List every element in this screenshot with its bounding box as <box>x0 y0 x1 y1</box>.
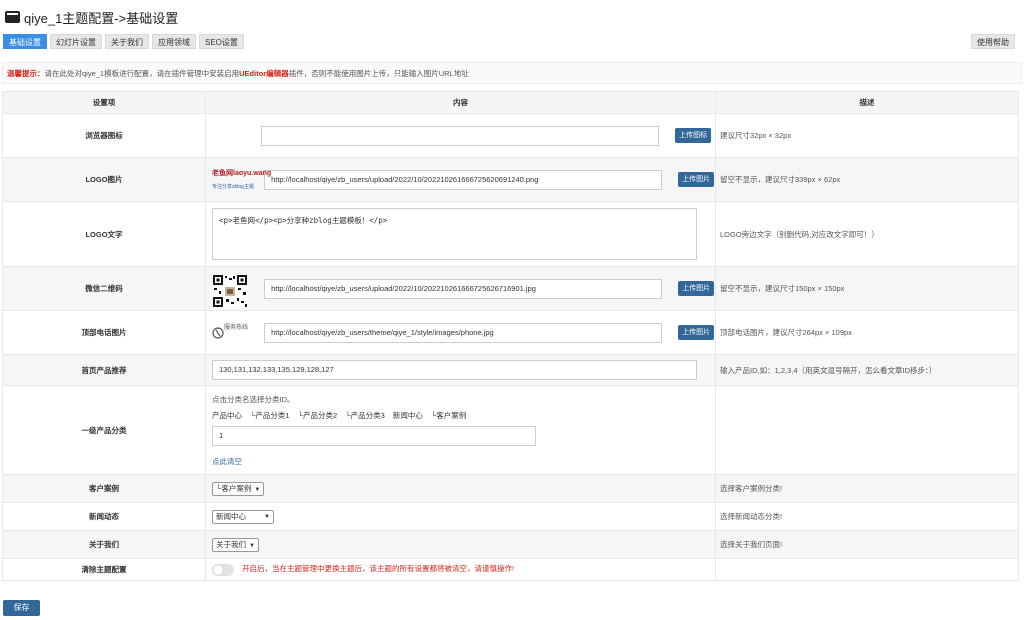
news-select-value: 新闻中心 <box>216 511 246 521</box>
tab-slideshow-settings[interactable]: 幻灯片设置 <box>50 34 102 49</box>
help-button[interactable]: 使用帮助 <box>971 34 1015 49</box>
about-select[interactable]: 关于我们 ▼ <box>212 537 259 552</box>
page-header: qiye_1主题配置->基础设置 <box>5 8 178 26</box>
row-logo-text: LOGO文字 <p>老鱼网</p><p>分享种zblog主题模板！</p> LO… <box>2 201 1019 267</box>
chevron-down-icon: ▼ <box>264 513 270 520</box>
upload-wechat-button[interactable]: 上传图片 <box>678 281 715 296</box>
header-setting: 设置项 <box>2 91 206 114</box>
table-header: 设置项 内容 描述 <box>2 91 1019 114</box>
logo-text-desc: LOGO旁边文字（别删代码,对应改文字即可！） <box>715 201 1019 267</box>
row-category: 一级产品分类 点击分类名选择分类ID。 产品中心 └产品分类1 └产品分类2 └… <box>2 385 1019 475</box>
clear-category-link[interactable]: 点此清空 <box>212 456 715 467</box>
logo-thumbnail: 老鱼网laoyu.wang 专注分享zblog主题 <box>212 165 271 195</box>
row-news: 新闻动态 新闻中心 ▼ 选择新闻动态分类! <box>2 502 1019 531</box>
phone-thumb-text: 服务热线 <box>224 324 249 331</box>
phone-thumbnail: 服务热线 <box>212 318 258 348</box>
products-desc: 输入产品ID,如：1,2,3,4（用英文逗号隔开，怎么看文章ID移步：） <box>715 354 1019 386</box>
cases-label: 客户案例 <box>2 474 206 503</box>
tab-basic-settings[interactable]: 基础设置 <box>3 34 47 49</box>
logo-label: LOGO图片 <box>2 157 206 202</box>
logo-url-input[interactable]: http://localhost/qiye/zb_users/upload/20… <box>264 169 663 190</box>
row-wechat: 微信二维码 http://localhost/qiye/zb_users/upl… <box>2 266 1019 311</box>
logo-text-textarea[interactable]: <p>老鱼网</p><p>分享种zblog主题模板！</p> <box>212 208 697 260</box>
row-products: 首页产品推荐 130,131,132,133,135,129,128,127 输… <box>2 354 1019 386</box>
about-select-value: 关于我们 <box>216 539 246 549</box>
news-select[interactable]: 新闻中心 ▼ <box>212 509 274 524</box>
about-label: 关于我们 <box>2 530 206 559</box>
category-item[interactable]: └产品分类2 <box>298 411 338 420</box>
category-item[interactable]: └产品分类1 <box>250 411 290 420</box>
favicon-label: 浏览器图标 <box>2 113 206 158</box>
qrcode-thumbnail <box>212 273 258 308</box>
wechat-label: 微信二维码 <box>2 266 206 311</box>
tab-about-us[interactable]: 关于我们 <box>105 34 149 49</box>
favicon-desc: 建议尺寸32px × 32px <box>715 113 1019 158</box>
category-id-input[interactable]: 1 <box>212 425 536 446</box>
tab-application-fields[interactable]: 应用领域 <box>152 34 196 49</box>
row-cases: 客户案例 └客户案例 ▼ 选择客户案例分类! <box>2 474 1019 503</box>
about-desc: 选择关于我们页面! <box>715 530 1019 559</box>
category-list: 产品中心 └产品分类1 └产品分类2 └产品分类3 新闻中心 └客户案例 <box>212 410 715 421</box>
category-label: 一级产品分类 <box>2 385 206 475</box>
upload-phone-button[interactable]: 上传图片 <box>678 325 715 340</box>
chevron-down-icon: ▼ <box>254 486 261 493</box>
tip-text-pre: 请在此处对qiye_1模板进行配置，请在插件管理中安装启用 <box>44 69 240 78</box>
clear-config-label: 清除主题配置 <box>2 558 206 581</box>
logo-desc: 留空不显示，建议尺寸339px × 62px <box>715 157 1019 202</box>
phone-desc: 顶部电话图片，建议尺寸264px × 109px <box>715 310 1019 355</box>
qrcode-icon <box>212 273 248 308</box>
upload-favicon-button[interactable]: 上传图标 <box>675 128 712 143</box>
row-clear-config: 清除主题配置 开启后，当在主题管理中更换主题后，该主题的所有设置都将被清空，请谨… <box>2 558 1019 581</box>
cases-desc: 选择客户案例分类! <box>715 474 1019 503</box>
phone-url-input[interactable]: http://localhost/qiye/zb_users/theme/qiy… <box>264 322 663 343</box>
tip-label: 温馨提示： <box>7 69 45 78</box>
upload-logo-button[interactable]: 上传图片 <box>678 172 715 187</box>
phone-icon <box>212 326 224 339</box>
wechat-url-input[interactable]: http://localhost/qiye/zb_users/upload/20… <box>264 278 663 299</box>
logo-thumb-sub: 专注分享zblog主题 <box>212 183 254 190</box>
page-title: qiye_1主题配置->基础设置 <box>24 10 179 26</box>
news-desc: 选择新闻动态分类! <box>715 502 1019 531</box>
header-content: 内容 <box>205 91 716 114</box>
tip-banner: 温馨提示：请在此处对qiye_1模板进行配置，请在插件管理中安装启用UEdito… <box>2 62 1022 84</box>
logo-thumb-text: 老鱼网laoyu.wang <box>212 169 272 177</box>
tab-seo-settings[interactable]: SEO设置 <box>199 34 244 49</box>
clear-config-warning: 开启后，当在主题管理中更换主题后，该主题的所有设置都将被清空，请谨慎操作! <box>242 564 515 574</box>
logo-text-label: LOGO文字 <box>2 201 206 267</box>
clear-config-toggle[interactable] <box>212 563 234 576</box>
news-label: 新闻动态 <box>2 502 206 531</box>
category-item[interactable]: 产品中心 <box>212 411 242 420</box>
products-label: 首页产品推荐 <box>2 354 206 386</box>
header-description: 描述 <box>715 91 1019 114</box>
row-logo: LOGO图片 老鱼网laoyu.wang 专注分享zblog主题 http://… <box>2 157 1019 202</box>
products-input[interactable]: 130,131,132,133,135,129,128,127 <box>212 360 697 380</box>
tab-bar: 基础设置 幻灯片设置 关于我们 应用领域 SEO设置 <box>3 34 247 49</box>
category-hint: 点击分类名选择分类ID。 <box>212 394 295 404</box>
chevron-down-icon: ▼ <box>249 542 255 549</box>
row-favicon: 浏览器图标 上传图标 建议尺寸32px × 32px <box>2 113 1019 158</box>
phone-label: 顶部电话图片 <box>2 310 206 355</box>
save-button[interactable]: 保存 <box>3 600 40 616</box>
row-about: 关于我们 关于我们 ▼ 选择关于我们页面! <box>2 530 1019 559</box>
category-item[interactable]: 新闻中心 <box>393 411 423 420</box>
cases-select[interactable]: └客户案例 ▼ <box>212 481 265 496</box>
category-item[interactable]: └客户案例 <box>431 411 466 420</box>
tip-editor-name: UEditor编辑器 <box>239 69 289 78</box>
settings-table: 设置项 内容 描述 浏览器图标 上传图标 建议尺寸32px × 32px LOG… <box>2 91 1019 581</box>
category-item[interactable]: └产品分类3 <box>345 411 385 420</box>
tip-text-post: 插件，否则不能使用图片上传，只能输入图片URL地址 <box>288 69 469 78</box>
row-phone: 顶部电话图片 服务热线 http://localhost/qiye/zb_use… <box>2 310 1019 355</box>
cases-select-value: └客户案例 <box>216 483 252 493</box>
favicon-input[interactable] <box>261 125 659 146</box>
wechat-desc: 留空不显示，建议尺寸150px × 150px <box>715 266 1019 311</box>
window-icon <box>5 11 20 23</box>
